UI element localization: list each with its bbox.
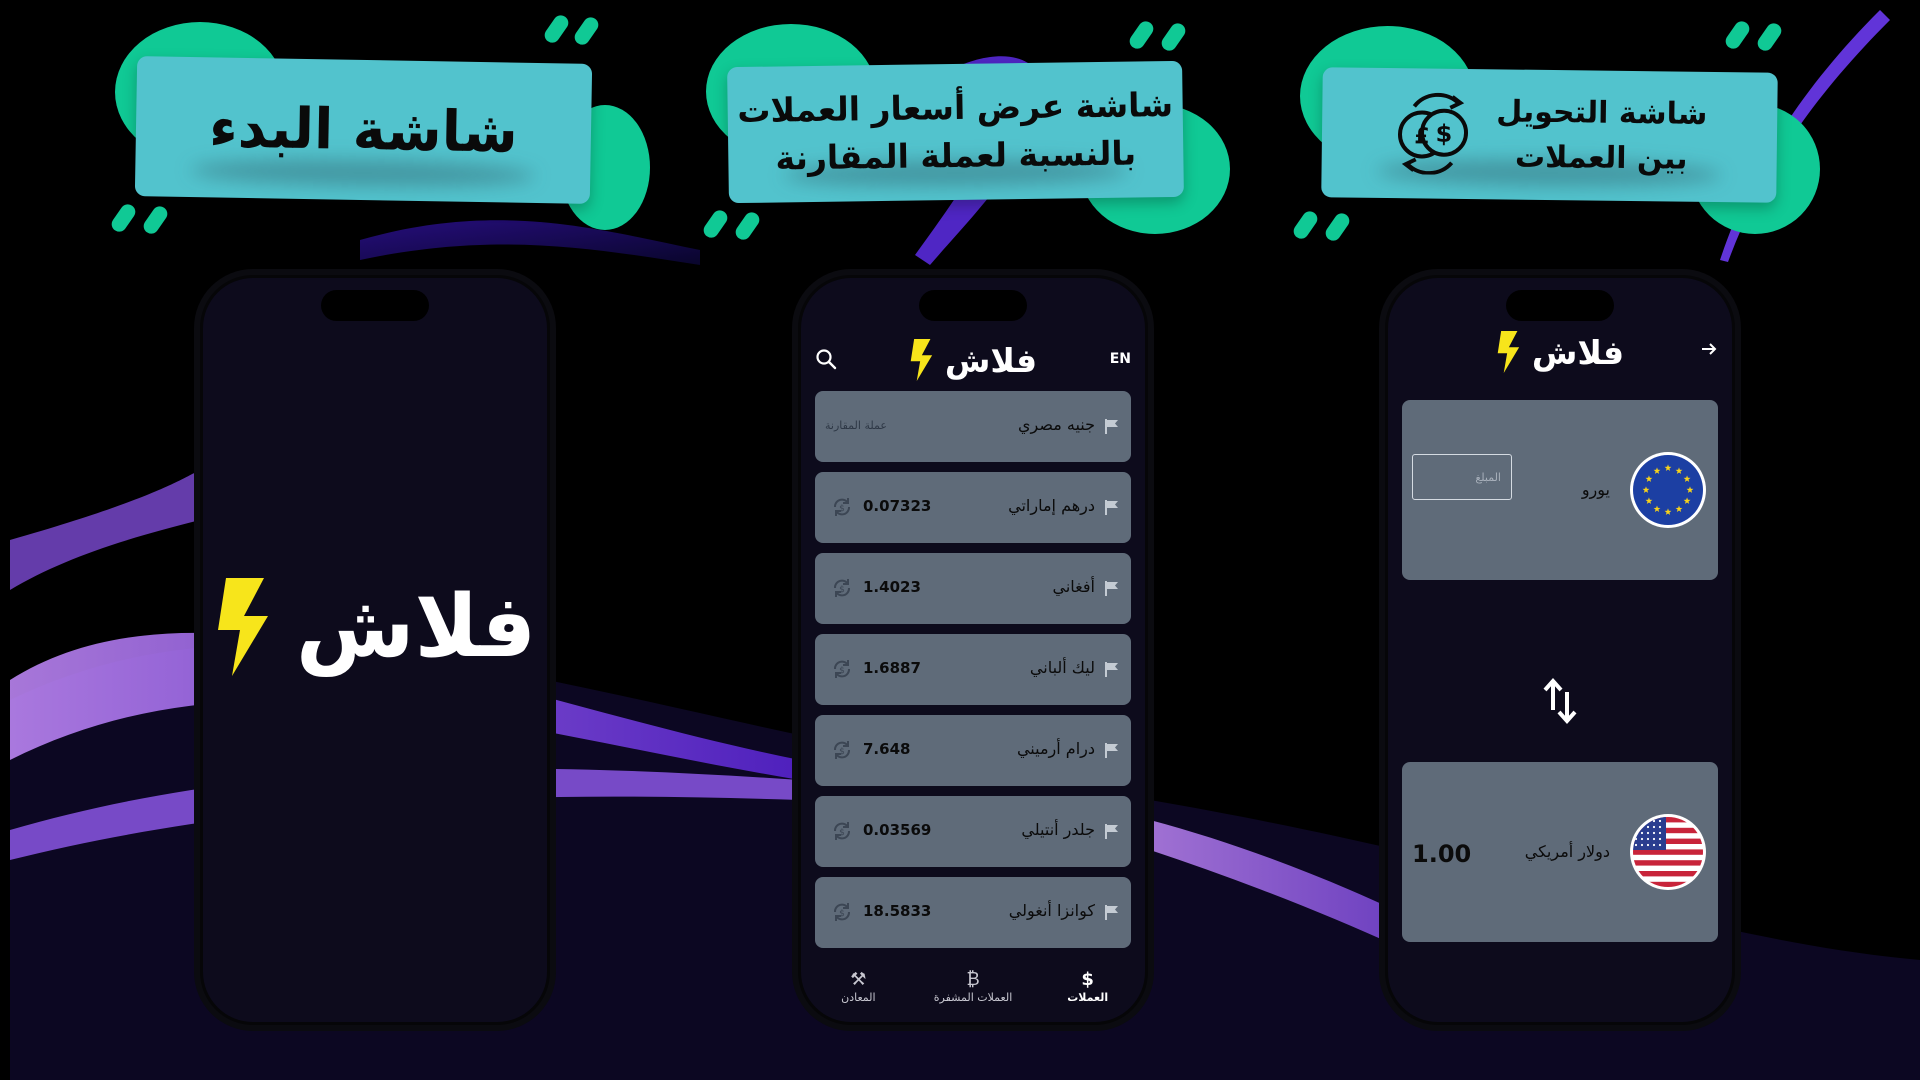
arrow-right-icon xyxy=(1702,343,1717,355)
lightning-bolt-icon xyxy=(910,339,933,381)
banner-splash: شاشة البدء xyxy=(100,10,650,240)
phone-splash-screen: فلاش xyxy=(203,278,547,1022)
bottom-navigation: $ العملات ₿ العملات المشفرة ⚒ المعادن xyxy=(801,956,1145,1016)
language-toggle-button[interactable]: EN xyxy=(1110,351,1131,367)
banner-rates-title-line2: بالنسبة لعملة المقارنة xyxy=(775,133,1137,178)
back-button[interactable] xyxy=(1700,340,1718,362)
currency-name: درهم إماراتي xyxy=(1008,496,1095,515)
lightning-bolt-icon xyxy=(1497,331,1520,373)
flag-icon xyxy=(1105,419,1118,434)
currency-rate-value: 7.648 xyxy=(863,740,911,758)
banner-splash-title: شاشة البدء xyxy=(208,94,519,166)
metals-icon: ⚒ xyxy=(850,968,867,990)
svg-text:$: $ xyxy=(839,909,845,919)
svg-text:$: $ xyxy=(839,828,845,838)
refresh-rate-icon[interactable]: $ xyxy=(831,739,853,761)
currency-rate-value: 0.03569 xyxy=(863,821,932,839)
us-flag-icon xyxy=(1630,814,1706,890)
currency-row[interactable]: ليك ألباني 1.6887 $ xyxy=(815,634,1131,705)
refresh-rate-icon[interactable]: $ xyxy=(831,496,853,518)
header-app-name: فلاش xyxy=(1531,332,1625,372)
from-currency-name: يورو xyxy=(1581,480,1610,499)
refresh-rate-icon[interactable]: $ xyxy=(831,820,853,842)
search-icon xyxy=(816,349,837,370)
currency-name: درام أرميني xyxy=(1016,739,1095,758)
phone-notch xyxy=(1506,290,1614,321)
phone-notch xyxy=(919,290,1027,321)
swap-arrows-icon xyxy=(1543,677,1577,725)
flag-icon xyxy=(1105,743,1118,758)
flag-icon xyxy=(1105,581,1118,596)
currency-row[interactable]: أفغاني 1.4023 $ xyxy=(815,553,1131,624)
currency-exchange-icon: £ $ xyxy=(1397,92,1468,176)
to-currency-card: دولار أمريكي 1.00 xyxy=(1402,762,1718,942)
search-button[interactable] xyxy=(815,348,837,374)
bitcoin-icon: ₿ xyxy=(966,968,980,990)
currency-row[interactable]: جلدر أنتيلي 0.03569 $ xyxy=(815,796,1131,867)
currency-row[interactable]: كوانزا أنغولي 18.5833 $ xyxy=(815,877,1131,948)
splash-logo: فلاش xyxy=(203,578,547,676)
app-header: فلاش xyxy=(1388,330,1732,374)
svg-text:$: $ xyxy=(839,666,845,676)
phone-rates-screen: فلاش EN جنيه مصري عملة المقارنة درهم إما… xyxy=(801,278,1145,1022)
nav-tab-currencies-label: العملات xyxy=(1067,990,1109,1004)
nav-tab-metals-label: المعادن xyxy=(841,990,876,1004)
lightning-bolt-icon xyxy=(217,578,268,676)
base-currency-name: جنيه مصري xyxy=(1017,415,1095,434)
currency-rate-value: 18.5833 xyxy=(863,902,932,920)
banner-converter-title-line1: شاشة التحويل xyxy=(1495,94,1708,132)
svg-text:$: $ xyxy=(839,504,845,514)
swap-currencies-button[interactable] xyxy=(1541,676,1579,730)
banner-rates-title-line1: شاشة عرض أسعار العملات xyxy=(737,85,1174,131)
svg-text:£: £ xyxy=(1414,124,1430,149)
nav-tab-crypto[interactable]: ₿ العملات المشفرة xyxy=(923,969,1023,1004)
banner-converter-title-line2: بين العملات xyxy=(1514,139,1688,177)
nav-tab-currencies[interactable]: $ العملات xyxy=(1038,969,1138,1004)
conversion-result: 1.00 xyxy=(1412,840,1472,868)
base-currency-note: عملة المقارنة xyxy=(825,419,887,432)
currency-list: جنيه مصري عملة المقارنة درهم إماراتي 0.07… xyxy=(815,391,1131,958)
amount-input[interactable] xyxy=(1412,454,1512,500)
flag-icon xyxy=(1105,662,1118,677)
svg-text:$: $ xyxy=(839,747,845,757)
nav-tab-crypto-label: العملات المشفرة xyxy=(933,990,1013,1004)
header-app-name: فلاش xyxy=(944,340,1038,380)
splash-app-name: فلاش xyxy=(295,577,537,677)
svg-text:$: $ xyxy=(839,585,845,595)
app-header: فلاش EN xyxy=(801,338,1145,382)
flag-icon xyxy=(1105,500,1118,515)
phone-converter-screen: فلاش يورو المبلغ دولار أمريكي 1.00 xyxy=(1388,278,1732,1022)
currency-rate-value: 1.6887 xyxy=(863,659,921,677)
svg-text:$: $ xyxy=(1435,120,1452,148)
banner-rates: شاشة عرض أسعار العملات بالنسبة لعملة الم… xyxy=(700,14,1230,244)
banner-converter: شاشة التحويل بين العملات £ $ xyxy=(1290,14,1820,244)
phone-notch xyxy=(321,290,429,321)
currency-rate-value: 0.07323 xyxy=(863,497,932,515)
currency-name: ليك ألباني xyxy=(1029,658,1095,677)
currency-name: جلدر أنتيلي xyxy=(1021,820,1095,839)
flag-icon xyxy=(1105,905,1118,920)
dollar-icon: $ xyxy=(1081,968,1094,990)
refresh-rate-icon[interactable]: $ xyxy=(831,901,853,923)
refresh-rate-icon[interactable]: $ xyxy=(831,577,853,599)
flag-icon xyxy=(1105,824,1118,839)
currency-row[interactable]: درهم إماراتي 0.07323 $ xyxy=(815,472,1131,543)
nav-tab-metals[interactable]: ⚒ المعادن xyxy=(808,969,908,1004)
base-currency-row[interactable]: جنيه مصري عملة المقارنة xyxy=(815,391,1131,462)
to-currency-name: دولار أمريكي xyxy=(1524,842,1610,861)
currency-row[interactable]: درام أرميني 7.648 $ xyxy=(815,715,1131,786)
currency-rate-value: 1.4023 xyxy=(863,578,921,596)
refresh-rate-icon[interactable]: $ xyxy=(831,658,853,680)
currency-name: كوانزا أنغولي xyxy=(1008,901,1095,920)
from-currency-card: يورو xyxy=(1402,400,1718,580)
eu-flag-icon xyxy=(1630,452,1706,528)
currency-name: أفغاني xyxy=(1052,577,1095,596)
